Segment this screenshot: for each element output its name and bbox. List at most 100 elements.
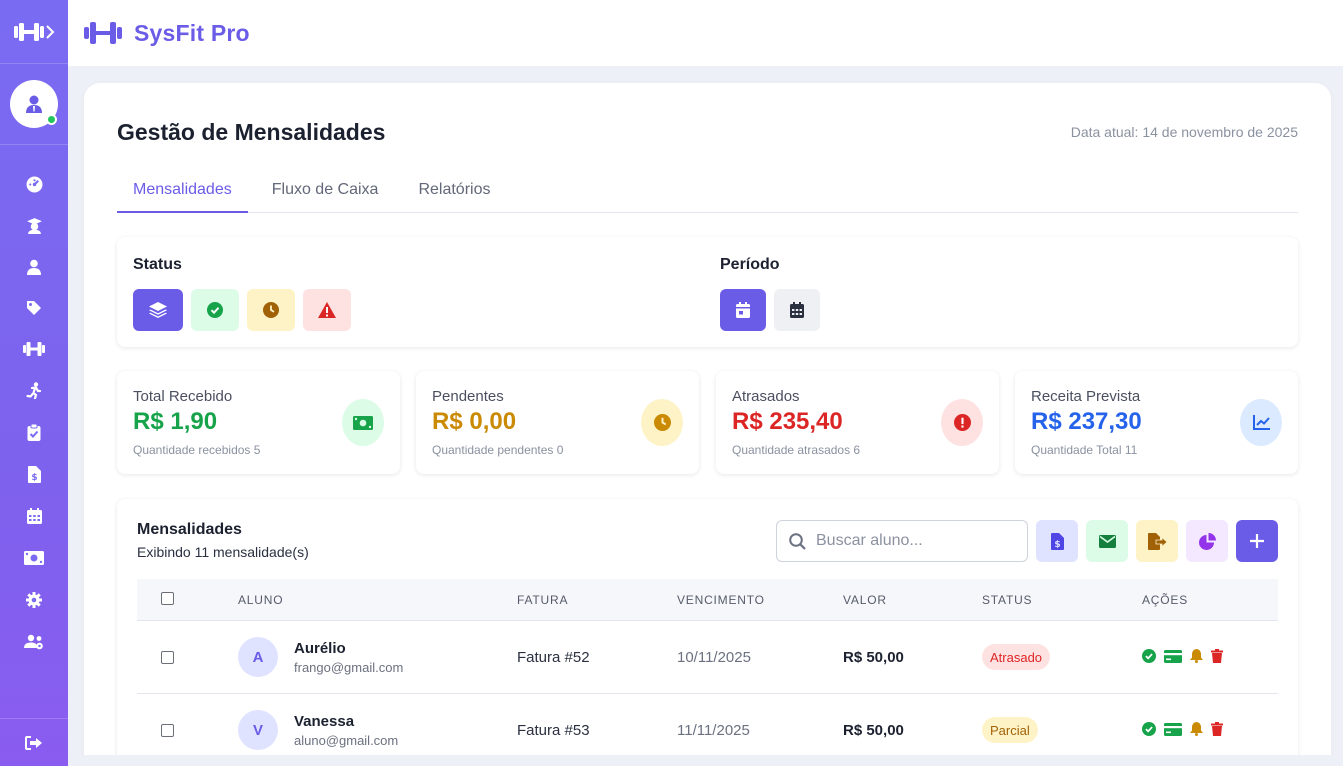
main-card: Gestão de Mensalidades Data atual: 14 de… xyxy=(84,83,1331,766)
reports-chart-button[interactable] xyxy=(1186,520,1228,562)
stat-subtext: Quantidade atrasados 6 xyxy=(732,443,861,457)
exclamation-circle-icon xyxy=(953,414,971,431)
pay-card-button[interactable] xyxy=(1164,722,1182,736)
row-checkbox[interactable] xyxy=(161,724,174,737)
sidebar-item-plans[interactable] xyxy=(0,287,68,328)
header-vencimento[interactable]: VENCIMENTO xyxy=(677,593,765,607)
status-filter-pending-button[interactable] xyxy=(247,289,295,331)
export-button[interactable] xyxy=(1136,520,1178,562)
envelope-icon xyxy=(1098,534,1116,548)
sidebar-item-assessments[interactable] xyxy=(0,411,68,453)
user-avatar[interactable] xyxy=(10,80,58,128)
svg-text:$: $ xyxy=(1054,540,1060,550)
graduation-cap-icon xyxy=(26,218,42,234)
table-subtitle: Exibindo 11 mensalidade(s) xyxy=(137,544,309,560)
dumbbell-icon xyxy=(23,341,45,356)
tab-relatorios[interactable]: Relatórios xyxy=(402,171,506,213)
brand-name: SysFit Pro xyxy=(134,19,250,46)
file-export-icon xyxy=(1147,532,1167,550)
gear-icon xyxy=(26,592,42,608)
search-input[interactable] xyxy=(816,532,1016,550)
sidebar-item-users[interactable] xyxy=(0,621,68,663)
dumbbell-arrow-icon xyxy=(14,22,55,41)
trash-icon xyxy=(1211,649,1223,663)
status-filter-all-button[interactable] xyxy=(133,289,183,331)
running-icon xyxy=(26,381,42,399)
stat-value: R$ 237,30 xyxy=(1031,408,1142,435)
users-cog-icon xyxy=(24,634,43,650)
current-date: Data atual: 14 de novembro de 2025 xyxy=(1070,124,1298,140)
add-mensalidade-button[interactable] xyxy=(1236,520,1278,562)
header-valor[interactable]: VALOR xyxy=(843,593,887,607)
layers-icon xyxy=(149,302,167,318)
credit-card-icon xyxy=(1164,649,1182,663)
sidebar-item-invoices[interactable]: $ xyxy=(0,453,68,495)
header-aluno[interactable]: ALUNO xyxy=(238,593,283,607)
stat-value: R$ 0,00 xyxy=(432,408,517,435)
sidebar-item-activities[interactable] xyxy=(0,369,68,411)
period-filter-month-button[interactable] xyxy=(720,289,766,331)
calendar-day-icon xyxy=(736,302,750,318)
clipboard-check-icon xyxy=(27,423,41,441)
due-date: 10/11/2025 xyxy=(677,649,751,666)
stat-label: Pendentes xyxy=(432,388,504,405)
notify-button[interactable] xyxy=(1190,722,1203,736)
user-tie-icon xyxy=(26,95,42,113)
row-actions xyxy=(1142,722,1223,736)
sidebar-item-finance[interactable] xyxy=(0,537,68,579)
mark-paid-button[interactable] xyxy=(1142,722,1156,736)
stat-card-received: Total Recebido R$ 1,90 Quantidade recebi… xyxy=(117,371,400,474)
sidebar-item-equipment[interactable] xyxy=(0,328,68,369)
status-badge: Atrasado xyxy=(982,644,1051,670)
sidebar-item-students[interactable] xyxy=(0,246,68,287)
email-button[interactable] xyxy=(1086,520,1128,562)
stat-label: Atrasados xyxy=(732,388,800,405)
delete-button[interactable] xyxy=(1211,649,1223,663)
student-avatar: A xyxy=(238,637,278,677)
stat-icon-badge xyxy=(641,399,683,446)
logout-button[interactable] xyxy=(0,718,68,766)
amount: R$ 50,00 xyxy=(843,649,904,666)
sidebar-item-dashboard[interactable] xyxy=(0,164,68,205)
header-status[interactable]: STATUS xyxy=(982,593,1032,607)
money-bill-icon xyxy=(24,551,44,565)
mensalidades-table-card: Mensalidades Exibindo 11 mensalidade(s) … xyxy=(117,499,1298,766)
sidebar-item-teachers[interactable] xyxy=(0,205,68,246)
stat-icon-badge xyxy=(941,399,983,446)
stat-value: R$ 235,40 xyxy=(732,408,843,435)
mark-paid-button[interactable] xyxy=(1142,649,1156,663)
sidebar-item-settings[interactable] xyxy=(0,579,68,621)
invoice-button[interactable]: $ xyxy=(1036,520,1078,562)
check-circle-icon xyxy=(207,302,223,318)
status-filter-paid-button[interactable] xyxy=(191,289,239,331)
period-filter-custom-button[interactable] xyxy=(774,289,820,331)
tab-mensalidades[interactable]: Mensalidades xyxy=(117,171,248,213)
svg-text:$: $ xyxy=(31,473,37,483)
row-checkbox[interactable] xyxy=(161,651,174,664)
plus-icon xyxy=(1250,534,1264,548)
header-fatura[interactable]: FATURA xyxy=(517,593,568,607)
stat-card-forecast: Receita Prevista R$ 237,30 Quantidade To… xyxy=(1015,371,1298,474)
stat-label: Total Recebido xyxy=(133,388,233,405)
tabs: Mensalidades Fluxo de Caixa Relatórios xyxy=(117,171,1298,213)
sidebar-toggle[interactable] xyxy=(0,0,68,64)
student-name: Vanessa xyxy=(294,713,355,730)
bell-icon xyxy=(1190,649,1203,663)
sidebar: $ xyxy=(0,0,68,766)
check-circle-icon xyxy=(1142,649,1156,663)
notify-button[interactable] xyxy=(1190,649,1203,663)
status-filter-late-button[interactable] xyxy=(303,289,351,331)
amount: R$ 50,00 xyxy=(843,722,904,739)
pay-card-button[interactable] xyxy=(1164,649,1182,663)
bell-icon xyxy=(1190,722,1203,736)
money-bill-icon xyxy=(353,415,373,430)
tab-fluxo-de-caixa[interactable]: Fluxo de Caixa xyxy=(256,171,395,213)
pie-chart-icon xyxy=(1198,532,1216,550)
table-header: ALUNO FATURA VENCIMENTO VALOR STATUS AÇÕ… xyxy=(137,579,1278,621)
sidebar-item-schedule[interactable] xyxy=(0,495,68,537)
page-title: Gestão de Mensalidades xyxy=(117,119,386,145)
dashboard-icon xyxy=(26,176,42,193)
select-all-checkbox[interactable] xyxy=(161,592,174,605)
file-invoice-dollar-icon: $ xyxy=(1050,532,1064,550)
delete-button[interactable] xyxy=(1211,722,1223,736)
